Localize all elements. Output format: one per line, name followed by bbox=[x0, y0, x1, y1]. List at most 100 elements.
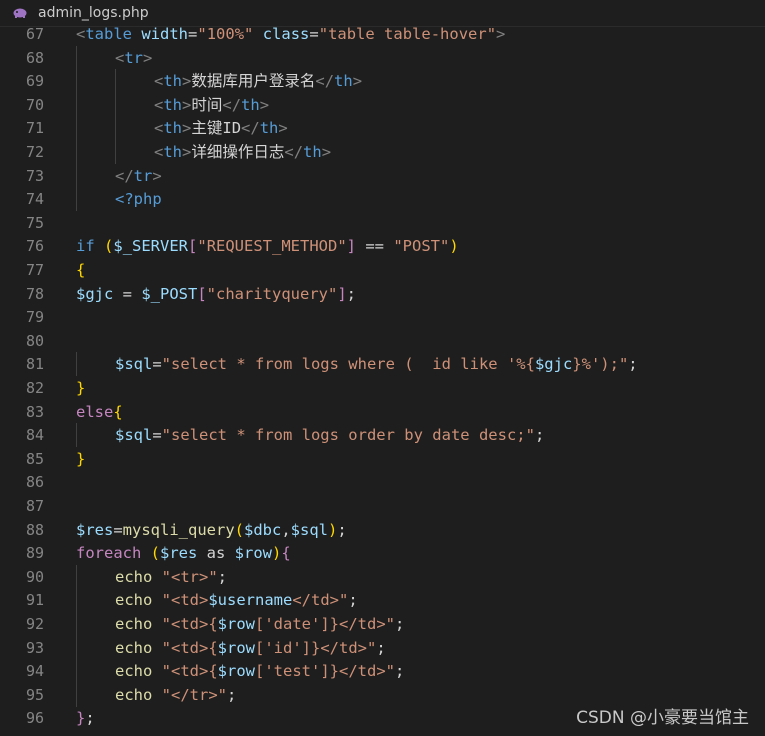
line-number: 92 bbox=[25, 615, 44, 633]
code-line[interactable]: 69 <th>数据库用户登录名</th> bbox=[0, 69, 765, 94]
code-token: { bbox=[76, 261, 86, 279]
indent-guide bbox=[76, 187, 77, 212]
code-token: "select * from logs order by date desc;" bbox=[161, 426, 535, 445]
code-token: > bbox=[259, 95, 270, 114]
code-token: ; bbox=[348, 591, 358, 610]
code-token: th bbox=[163, 143, 183, 161]
code-token: ( bbox=[150, 544, 161, 563]
line-number: 67 bbox=[25, 25, 44, 43]
code-line[interactable]: 72 <th>详细操作日志</th> bbox=[0, 140, 765, 164]
code-line[interactable]: 86 bbox=[0, 470, 765, 494]
code-token: class bbox=[262, 25, 310, 43]
line-number: 91 bbox=[25, 591, 44, 610]
code-token: $username bbox=[208, 591, 293, 610]
code-line[interactable]: 88 $res=mysqli_query($dbc,$sql); bbox=[0, 518, 765, 542]
code-line[interactable]: 92 echo "<td>{$row['date']}</td>"; bbox=[0, 612, 765, 636]
code-token: > bbox=[496, 25, 506, 43]
code-text: <th>详细操作日志</th> bbox=[154, 140, 331, 164]
code-line[interactable]: 83 else{ bbox=[0, 400, 765, 424]
indent-guide bbox=[76, 659, 77, 684]
code-token: "<td> bbox=[161, 591, 209, 610]
code-line[interactable]: 85} bbox=[0, 447, 765, 471]
line-number: 73 bbox=[25, 166, 44, 185]
indent-guide bbox=[76, 116, 77, 141]
line-number: 74 bbox=[25, 190, 44, 209]
code-token: } bbox=[76, 379, 86, 397]
code-line[interactable]: 74 <?php bbox=[0, 187, 765, 212]
code-line[interactable]: 79 bbox=[0, 305, 765, 329]
code-line[interactable]: 87 bbox=[0, 494, 765, 518]
code-token: 详细操作日志 bbox=[191, 143, 285, 161]
code-token: < bbox=[154, 119, 164, 138]
code-token: $sql bbox=[290, 520, 328, 539]
code-line[interactable]: 75 bbox=[0, 211, 765, 235]
indent-guide bbox=[115, 69, 116, 94]
code-text: <table width="100%" class="table table-h… bbox=[76, 22, 505, 46]
code-line[interactable]: 90 echo "<tr>"; bbox=[0, 564, 765, 589]
code-token: "</tr>" bbox=[161, 685, 227, 704]
code-token: ['date'] bbox=[255, 615, 330, 633]
code-token: == bbox=[356, 237, 394, 256]
code-token: > bbox=[143, 48, 153, 67]
code-line[interactable]: 94 echo "<td>{$row['test']}</td>"; bbox=[0, 659, 765, 684]
code-line[interactable]: 84 $sql="select * from logs order by date… bbox=[0, 423, 765, 448]
line-number: 79 bbox=[25, 308, 44, 327]
code-token: th bbox=[334, 72, 353, 91]
code-line[interactable]: 71 <th>主键ID</th> bbox=[0, 116, 765, 141]
code-line[interactable]: 70 <th>时间</th> bbox=[0, 92, 765, 117]
code-line[interactable]: 93 echo "<td>{$row['id']}</td>"; bbox=[0, 635, 765, 660]
code-token: = bbox=[113, 520, 123, 539]
code-editor[interactable]: 67 <table width="100%" class="table table… bbox=[0, 20, 765, 736]
code-line[interactable]: 91 echo "<td>$username</td>"; bbox=[0, 588, 765, 613]
code-text: <tr> bbox=[115, 46, 152, 70]
code-token: $res bbox=[76, 520, 114, 539]
line-number: 81 bbox=[25, 355, 44, 374]
code-text: else{ bbox=[76, 400, 123, 424]
code-token: < bbox=[76, 25, 86, 43]
line-number: 86 bbox=[25, 473, 44, 492]
code-token: </ bbox=[241, 119, 260, 138]
code-token: ; bbox=[628, 355, 638, 374]
line-number: 78 bbox=[25, 284, 44, 303]
code-token: ) bbox=[449, 237, 459, 256]
code-token: [ bbox=[188, 237, 198, 256]
code-token: "table table-hover" bbox=[318, 25, 497, 43]
line-number: 87 bbox=[25, 497, 44, 515]
code-line[interactable]: 78 $gjc = $_POST["charityquery"]; bbox=[0, 282, 765, 306]
code-line[interactable]: 82} bbox=[0, 376, 765, 400]
code-token: $row bbox=[234, 544, 272, 563]
code-text: if ($_SERVER["REQUEST_METHOD"] == "POST"… bbox=[76, 234, 459, 258]
line-number: 83 bbox=[25, 402, 44, 421]
indent-guide bbox=[76, 69, 77, 94]
code-token: th bbox=[163, 72, 183, 91]
code-line[interactable]: 80 bbox=[0, 329, 765, 353]
code-line[interactable]: 67 <table width="100%" class="table table… bbox=[0, 22, 765, 46]
code-line[interactable]: 76 if ($_SERVER["REQUEST_METHOD"] == "POS… bbox=[0, 234, 765, 258]
code-token: = bbox=[188, 25, 198, 43]
code-text: echo "</tr>"; bbox=[115, 683, 236, 707]
code-line[interactable]: 89 foreach ($res as $row){ bbox=[0, 541, 765, 565]
line-number: 96 bbox=[25, 709, 44, 728]
line-number: 69 bbox=[25, 72, 44, 91]
code-text: echo "<td>$username</td>"; bbox=[115, 588, 358, 612]
code-line[interactable]: 73 </tr> bbox=[0, 163, 765, 188]
code-token: ; bbox=[534, 426, 545, 445]
code-token: > bbox=[152, 166, 162, 185]
line-number: 77 bbox=[25, 261, 44, 279]
code-token: "<td>{ bbox=[161, 615, 218, 633]
code-line[interactable]: 81 $sql="select * from logs where ( id li… bbox=[0, 352, 765, 377]
line-number: 95 bbox=[25, 685, 44, 704]
code-text: echo "<td>{$row['test']}</td>"; bbox=[115, 659, 404, 683]
code-token: } bbox=[76, 709, 86, 728]
code-line[interactable]: 77 { bbox=[0, 258, 765, 282]
code-text: <?php bbox=[115, 187, 162, 211]
code-line[interactable]: 68 <tr> bbox=[0, 45, 765, 70]
indent-guide bbox=[115, 116, 116, 141]
line-number: 85 bbox=[25, 449, 44, 468]
code-text: } bbox=[76, 376, 85, 400]
code-token: </ bbox=[284, 143, 304, 161]
indent-guide bbox=[115, 92, 116, 117]
code-token: , bbox=[281, 520, 291, 539]
